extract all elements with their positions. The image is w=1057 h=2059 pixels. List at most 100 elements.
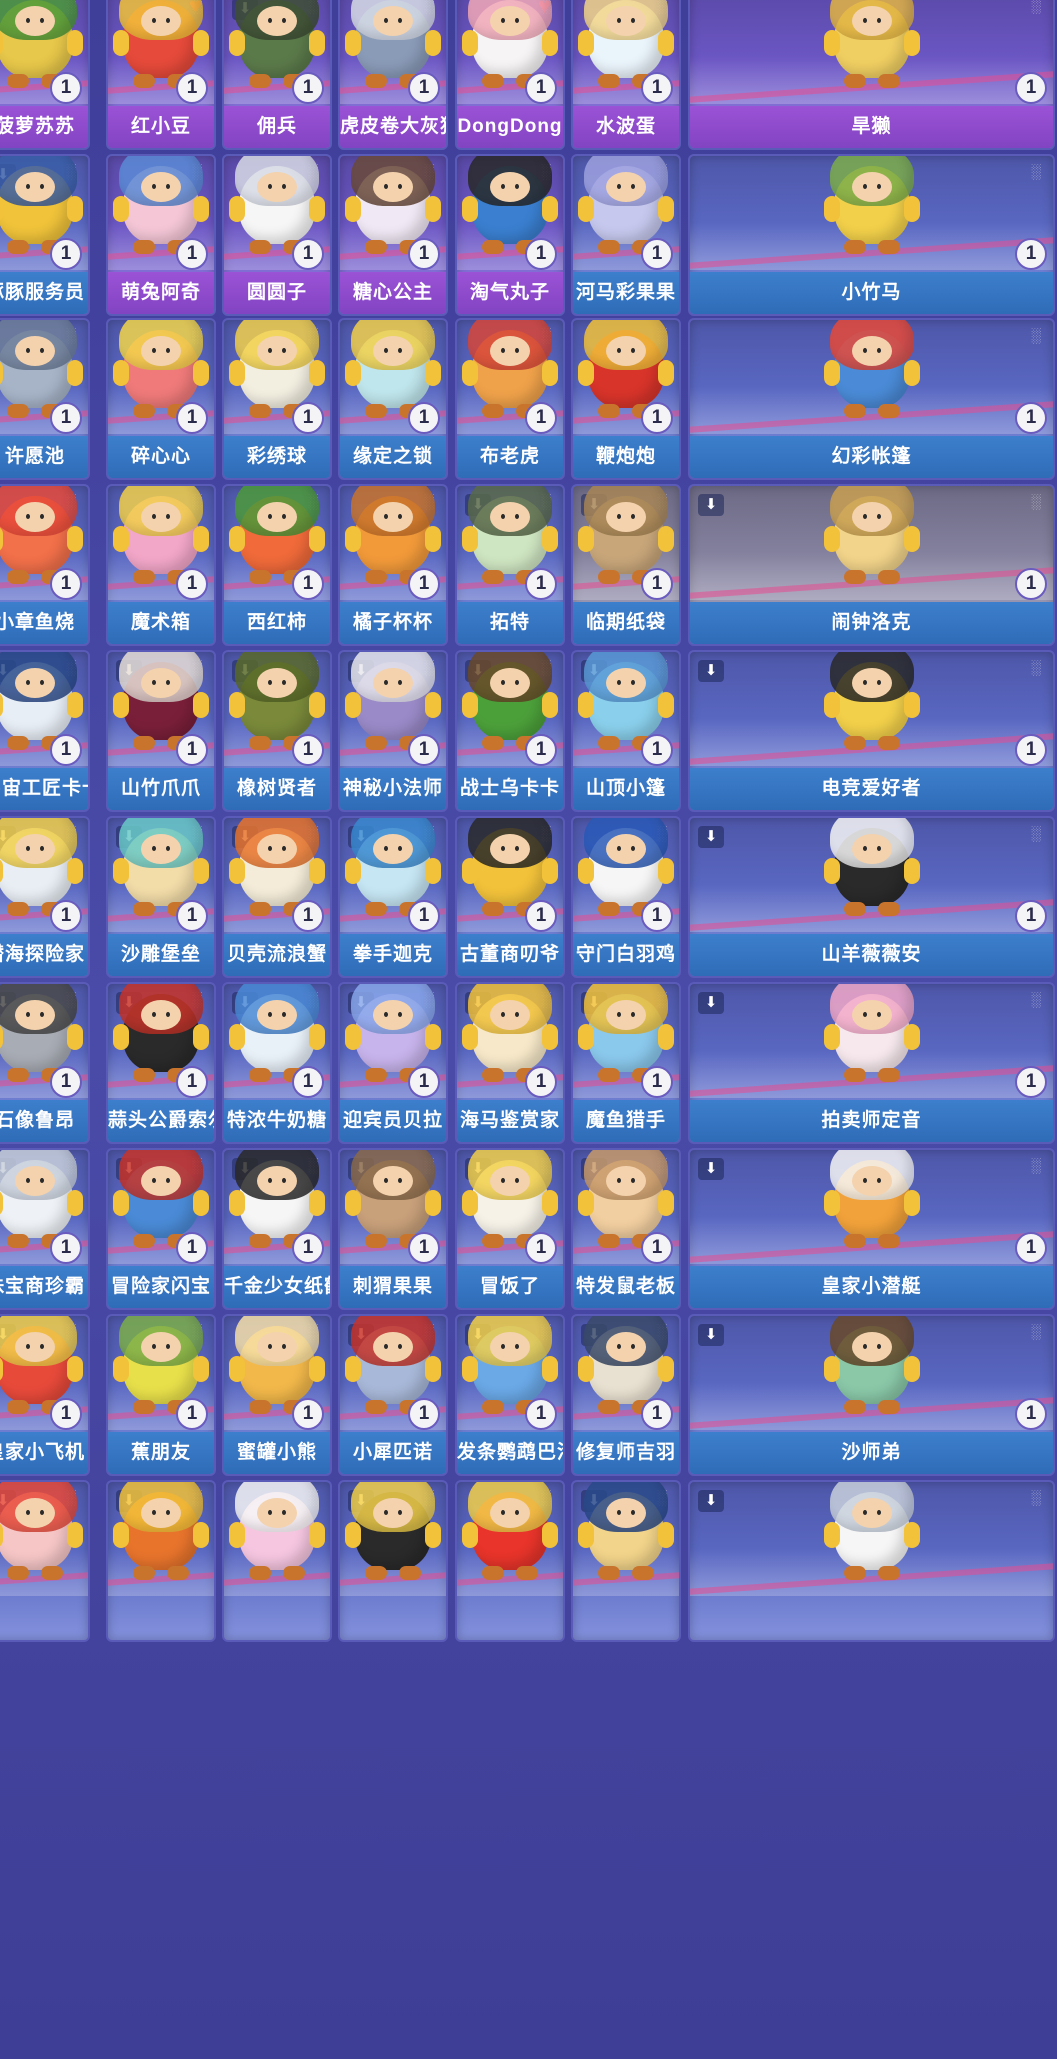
- character-card[interactable]: ░⬇1冒饭了: [455, 1148, 565, 1310]
- character-name: 刺猬果果: [340, 1266, 446, 1308]
- character-card[interactable]: ░1彩绣球: [222, 318, 332, 480]
- download-icon[interactable]: ⬇: [698, 1490, 724, 1512]
- character-card[interactable]: ░1菠萝苏苏: [0, 0, 90, 150]
- character-card[interactable]: ░⬇1沙雕堡垒: [106, 816, 216, 978]
- quantity-badge: 1: [50, 1066, 82, 1098]
- character-card[interactable]: ░1小章鱼烧: [0, 484, 90, 646]
- character-card[interactable]: ░1碎心心: [106, 318, 216, 480]
- quantity-badge: 1: [176, 402, 208, 434]
- character-card[interactable]: ░ ⬇ 1 拍卖师定音: [688, 982, 1055, 1144]
- character-card[interactable]: ░⬇1潜海探险家: [0, 816, 90, 978]
- character-card[interactable]: ░⬇1发条鹦鹉巴洛: [455, 1314, 565, 1476]
- download-icon[interactable]: ⬇: [698, 1324, 724, 1346]
- character-card[interactable]: ░⬇1迎宾员贝拉: [338, 982, 448, 1144]
- character-card[interactable]: ░⬇1山竹爪爪: [106, 650, 216, 812]
- character-card[interactable]: ░1守门白羽鸡: [571, 816, 681, 978]
- character-card[interactable]: ░⬇1山顶小篷: [571, 650, 681, 812]
- character-card[interactable]: ░ ⬇ 1 山羊薇薇安: [688, 816, 1055, 978]
- character-card[interactable]: ░: [455, 1480, 565, 1642]
- character-card[interactable]: ░1淘气丸子: [455, 154, 565, 316]
- character-card[interactable]: ░⬇1珠宝商珍霸: [0, 1148, 90, 1310]
- character-name: 萌兔阿奇: [108, 272, 214, 314]
- character-card[interactable]: ░⬇1特发鼠老板: [571, 1148, 681, 1310]
- character-card[interactable]: ░1缘定之锁: [338, 318, 448, 480]
- character-card[interactable]: ░⬇1皇家小飞机: [0, 1314, 90, 1476]
- quantity-badge: 1: [292, 1232, 324, 1264]
- character-card[interactable]: ░1古董商叨爷: [455, 816, 565, 978]
- character-figure: [0, 1482, 83, 1580]
- character-card[interactable]: ░⬇1刺猬果果: [338, 1148, 448, 1310]
- character-card[interactable]: ░1鞭炮炮: [571, 318, 681, 480]
- character-card[interactable]: ░⬇1战士乌卡卡: [455, 650, 565, 812]
- character-card[interactable]: ░⬇1宇宙工匠卡卡: [0, 650, 90, 812]
- character-card[interactable]: ░⬇1魔鱼猎手: [571, 982, 681, 1144]
- logo-watermark-icon: ░: [1031, 1157, 1041, 1173]
- character-figure: [823, 1316, 920, 1414]
- character-card[interactable]: ░⬇: [688, 1480, 1055, 1642]
- character-card[interactable]: ░1布老虎: [455, 318, 565, 480]
- quantity-badge: 1: [50, 402, 82, 434]
- character-name: 特浓牛奶糖: [224, 1100, 330, 1142]
- character-card[interactable]: ░: [222, 1480, 332, 1642]
- character-card[interactable]: ░ ⬇ 1 皇家小潜艇: [688, 1148, 1055, 1310]
- character-card[interactable]: ░♥1红小豆: [106, 0, 216, 150]
- character-card[interactable]: ░ ⬇ 1 电竞爱好者: [688, 650, 1055, 812]
- logo-watermark-icon: ░: [1031, 163, 1041, 179]
- character-card[interactable]: ░1魔术箱: [106, 484, 216, 646]
- character-card[interactable]: ░⬇: [106, 1480, 216, 1642]
- character-card[interactable]: ░⬇1橡树贤者: [222, 650, 332, 812]
- character-card[interactable]: ░1河马彩果果: [571, 154, 681, 316]
- character-card[interactable]: ░⬇1拓特: [455, 484, 565, 646]
- character-card[interactable]: ░⬇1拳手迦克: [338, 816, 448, 978]
- character-card[interactable]: ░⬇: [338, 1480, 448, 1642]
- character-card[interactable]: ░1水波蛋: [571, 0, 681, 150]
- character-card[interactable]: ░ ⬇ 1 沙师弟: [688, 1314, 1055, 1476]
- character-card[interactable]: ░⬇1特浓牛奶糖: [222, 982, 332, 1144]
- character-card[interactable]: ░⬇1石像鲁昂: [0, 982, 90, 1144]
- character-card[interactable]: ░⬇1千金少女纸鹤: [222, 1148, 332, 1310]
- character-card[interactable]: ░1蕉朋友: [106, 1314, 216, 1476]
- character-card[interactable]: ░⬇1佣兵: [222, 0, 332, 150]
- character-card[interactable]: ░⬇1贝壳流浪蟹: [222, 816, 332, 978]
- character-card[interactable]: ░⬇1临期纸袋: [571, 484, 681, 646]
- character-card[interactable]: ░⬇1海马鉴赏家: [455, 982, 565, 1144]
- character-card[interactable]: ░⬇1蒜头公爵索尔: [106, 982, 216, 1144]
- character-name: 小章鱼烧: [0, 602, 88, 644]
- download-icon[interactable]: ⬇: [698, 826, 724, 848]
- character-name: 珠宝商珍霸: [0, 1266, 88, 1308]
- character-card[interactable]: ░1萌兔阿奇: [106, 154, 216, 316]
- character-card[interactable]: ░1许愿池: [0, 318, 90, 480]
- character-card[interactable]: ░⬇1神秘小法师: [338, 650, 448, 812]
- character-card[interactable]: ░1圆圆子: [222, 154, 332, 316]
- character-card[interactable]: ░⬇: [0, 1480, 90, 1642]
- quantity-badge: 1: [641, 734, 673, 766]
- download-icon[interactable]: ⬇: [698, 1158, 724, 1180]
- character-card[interactable]: ░⬇1小犀匹诺: [338, 1314, 448, 1476]
- character-card[interactable]: ░1虎皮卷大灰狼: [338, 0, 448, 150]
- character-card[interactable]: ░⬇1冒险家闪宝: [106, 1148, 216, 1310]
- download-icon[interactable]: ⬇: [698, 494, 724, 516]
- character-card[interactable]: ░ 1 旱獭: [688, 0, 1055, 150]
- character-card[interactable]: ░♥1DongDong: [455, 0, 565, 150]
- character-name: 山羊薇薇安: [690, 934, 1053, 976]
- character-card[interactable]: ░1糖心公主: [338, 154, 448, 316]
- character-name: 许愿池: [0, 436, 88, 478]
- download-icon[interactable]: ⬇: [698, 992, 724, 1014]
- character-figure: [823, 818, 920, 916]
- character-card[interactable]: ░ 1 幻彩帐篷: [688, 318, 1055, 480]
- character-card[interactable]: ░1橘子杯杯: [338, 484, 448, 646]
- quantity-badge: 1: [525, 1066, 557, 1098]
- character-name: 拓特: [457, 602, 563, 644]
- character-card[interactable]: ░⬇1豚豚服务员: [0, 154, 90, 316]
- character-card[interactable]: ░⬇: [571, 1480, 681, 1642]
- character-card[interactable]: ░1蜜罐小熊: [222, 1314, 332, 1476]
- character-name: 布老虎: [457, 436, 563, 478]
- character-card[interactable]: ░⬇1修复师吉羽: [571, 1314, 681, 1476]
- quantity-badge: 1: [50, 900, 82, 932]
- character-card[interactable]: ░ ⬇ 1 闹钟洛克: [688, 484, 1055, 646]
- download-icon[interactable]: ⬇: [698, 660, 724, 682]
- quantity-badge: 1: [50, 238, 82, 270]
- character-card[interactable]: ░ 1 小竹马: [688, 154, 1055, 316]
- quantity-badge: 1: [1015, 568, 1047, 600]
- character-card[interactable]: ░1西红柿: [222, 484, 332, 646]
